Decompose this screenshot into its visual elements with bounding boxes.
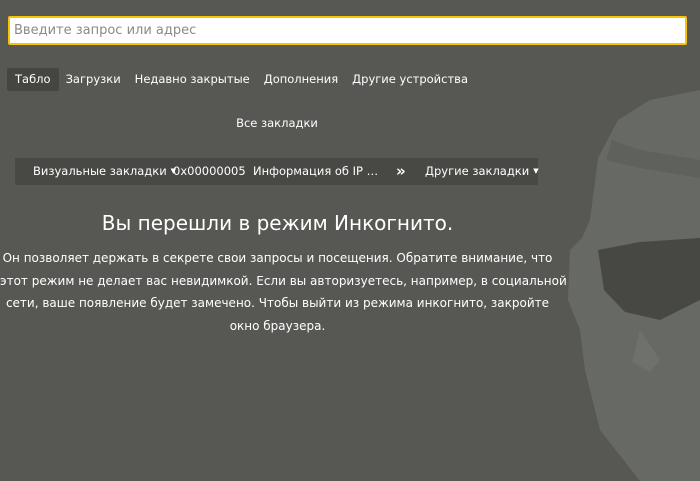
bookmark-label: Информация об IP ад... [253,164,381,178]
caret-down-icon: ▼ [533,167,539,175]
tab-downloads[interactable]: Загрузки [59,68,128,91]
bookmarks-bar: Визуальные закладки ▼ 0x00000005 Информац… [15,158,539,185]
tab-addons[interactable]: Дополнения [257,68,345,91]
tab-other-devices[interactable]: Другие устройства [345,68,475,91]
all-bookmarks-link[interactable]: Все закладки [234,116,320,130]
incognito-description-line: Он позволяет держать в секрете свои запр… [2,251,553,265]
tab-tablo[interactable]: Табло [7,68,59,91]
bookmark-visual-bookmarks[interactable]: Визуальные закладки ▼ [33,158,176,185]
double-chevron-right-icon[interactable]: » [396,158,405,185]
bookmark-label: Визуальные закладки [33,164,167,178]
address-bar[interactable] [8,16,687,45]
search-input[interactable] [10,18,685,43]
bookmark-other-bookmarks[interactable]: Другие закладки ▼ [425,158,539,185]
bookmark-0x00000005[interactable]: 0x00000005 [173,158,246,185]
top-tabs: Табло Загрузки Недавно закрытые Дополнен… [7,68,475,91]
incognito-description: Он позволяет держать в секрете свои запр… [0,247,567,337]
incognito-title: Вы перешли в режим Инкогнито. [101,211,454,235]
bookmark-ip-info[interactable]: Информация об IP ад... [253,158,381,185]
incognito-description-line: сети, ваше появление будет замечено. Что… [5,296,550,310]
bookmark-label: Другие закладки [425,164,530,178]
incognito-description-line: окно браузера. [229,318,326,333]
incognito-description-line: этот режим не делает вас невидимкой. Есл… [0,273,567,288]
tab-recently-closed[interactable]: Недавно закрытые [128,68,257,91]
bookmark-label: 0x00000005 [173,164,246,178]
